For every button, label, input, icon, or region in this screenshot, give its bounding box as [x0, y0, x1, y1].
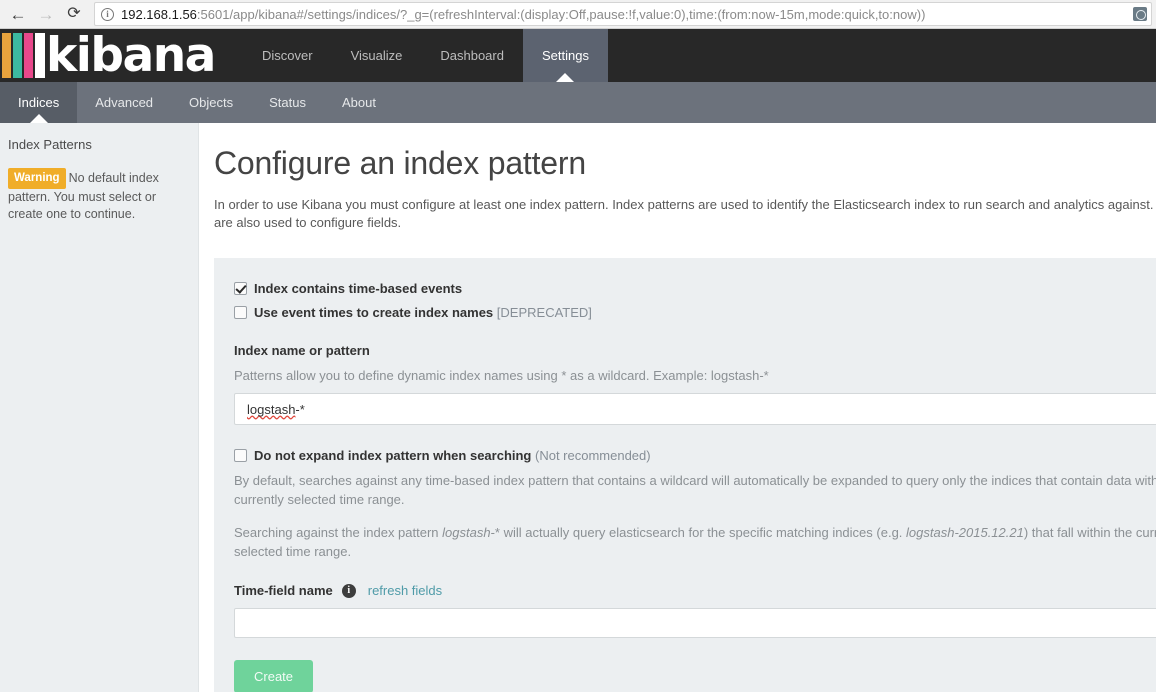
reload-icon: ⟳ [67, 5, 81, 22]
page-body: Index Patterns Warning No default index p… [0, 123, 1156, 692]
page-title: Configure an index pattern [214, 145, 586, 181]
search-paragraph-italic2: logstash-2015.12.21 [906, 525, 1024, 540]
checkbox-do-not-expand[interactable] [234, 449, 247, 462]
index-pattern-value: logstash-* [247, 402, 305, 417]
forward-arrow-icon: → [37, 4, 55, 24]
kibana-top-nav: kibana Discover Visualize Dashboard Sett… [0, 29, 1156, 82]
top-nav-items: Discover Visualize Dashboard Settings [243, 29, 608, 82]
search-paragraph-part2: -* will actually query elasticsearch for… [490, 525, 907, 540]
address-bar[interactable]: i 192.168.1.56:5601/app/kibana#/settings… [94, 2, 1152, 26]
sidebar: Index Patterns Warning No default index p… [0, 123, 199, 692]
expand-explanation-paragraph: By default, searches against any time-ba… [234, 473, 1156, 507]
sidebar-title: Index Patterns [8, 137, 92, 152]
subnav-item-advanced[interactable]: Advanced [77, 82, 171, 123]
checkbox-time-based-events-label: Index contains time-based events [254, 281, 463, 296]
time-field-select[interactable] [234, 608, 1156, 638]
nav-item-settings[interactable]: Settings [522, 29, 608, 82]
checkbox-row-timebased: Index contains time-based events [234, 280, 1156, 297]
subnav-item-status[interactable]: Status [251, 82, 324, 123]
subnav-item-indices[interactable]: Indices [0, 82, 78, 123]
kibana-logo-text: kibana [46, 29, 216, 82]
deprecated-tag: [DEPRECATED] [496, 305, 592, 320]
nav-item-discover[interactable]: Discover [243, 29, 332, 82]
index-pattern-input[interactable]: logstash-* [234, 393, 1156, 425]
index-pattern-value-word: logstash [247, 401, 296, 417]
main-content: Configure an index pattern In order to u… [199, 123, 1156, 692]
kibana-logo-bars-icon [2, 33, 45, 78]
checkbox-use-event-times[interactable] [234, 306, 247, 319]
kibana-sub-nav: Indices Advanced Objects Status About [0, 82, 1156, 123]
create-button[interactable]: Create [234, 660, 314, 692]
index-name-hint: Patterns allow you to define dynamic ind… [234, 368, 769, 383]
index-name-label: Index name or pattern [234, 343, 370, 358]
index-pattern-value-suffix: -* [295, 401, 305, 417]
checkbox-use-event-times-text: Use event times to create index names [254, 305, 494, 320]
not-recommended-tag: (Not recommended) [535, 448, 651, 463]
search-paragraph-part1: Searching against the index pattern [234, 525, 443, 540]
checkbox-do-not-expand-text: Do not expand index pattern when searchi… [254, 448, 532, 463]
checkbox-row-event-times: Use event times to create index names [D… [234, 304, 1156, 321]
kibana-logo[interactable]: kibana [0, 29, 243, 82]
url-text: 192.168.1.56:5601/app/kibana#/settings/i… [121, 7, 1129, 22]
refresh-fields-link[interactable]: refresh fields [368, 583, 442, 598]
nav-item-dashboard[interactable]: Dashboard [421, 29, 523, 82]
subnav-item-about[interactable]: About [324, 82, 394, 123]
subnav-item-objects[interactable]: Objects [171, 82, 251, 123]
time-field-label-row: Time-field name i refresh fields [234, 583, 1156, 598]
search-paragraph-italic1: logstash [442, 525, 491, 540]
checkbox-row-no-expand: Do not expand index pattern when searchi… [234, 447, 1156, 464]
site-info-icon[interactable]: i [101, 7, 114, 21]
forward-button[interactable]: → [32, 1, 60, 27]
nav-item-visualize[interactable]: Visualize [332, 29, 422, 82]
extension-icon[interactable] [1133, 7, 1147, 21]
browser-chrome: ← → ⟳ i 192.168.1.56:5601/app/kibana#/se… [0, 0, 1156, 29]
info-icon[interactable]: i [341, 583, 356, 598]
checkbox-time-based-events[interactable] [234, 282, 247, 295]
index-pattern-form-panel: Index contains time-based events Use eve… [214, 258, 1156, 692]
checkbox-do-not-expand-label: Do not expand index pattern when searchi… [254, 447, 651, 464]
url-host: 192.168.1.56 [121, 6, 197, 22]
time-field-name-label: Time-field name [234, 583, 333, 598]
back-button[interactable]: ← [4, 1, 32, 27]
search-explanation-paragraph: Searching against the index pattern logs… [234, 523, 1156, 561]
back-arrow-icon: ← [9, 4, 27, 24]
reload-button[interactable]: ⟳ [60, 1, 88, 27]
checkbox-use-event-times-label: Use event times to create index names [D… [254, 304, 592, 321]
url-path: :5601/app/kibana#/settings/indices/?_g=(… [196, 6, 926, 22]
status-badge: Warning [8, 168, 66, 189]
sidebar-warning: Warning No default index pattern. You mus… [8, 168, 184, 223]
page-description: In order to use Kibana you must configur… [214, 197, 1156, 230]
